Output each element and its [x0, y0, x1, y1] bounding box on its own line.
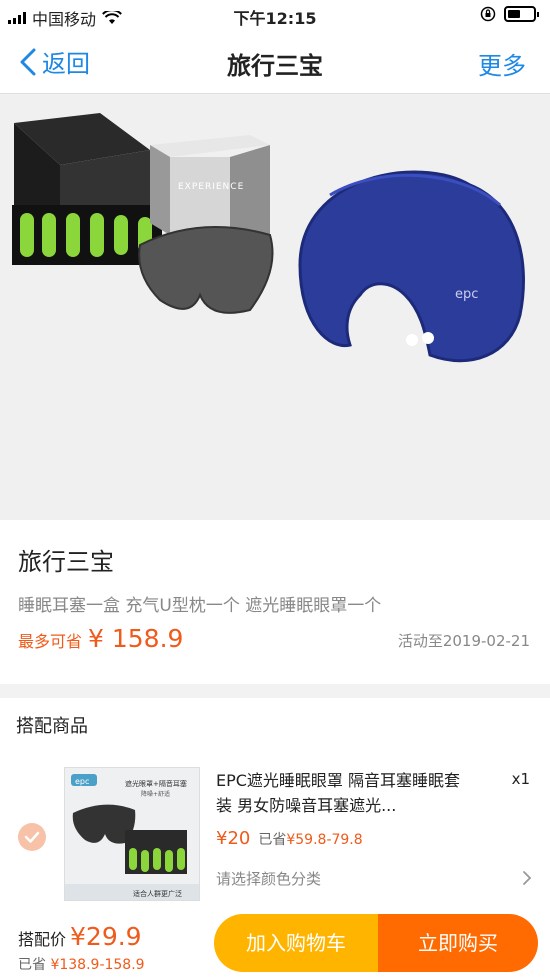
max-save-amount: ¥ 158.9: [88, 624, 184, 653]
combo-item-saved-label: 已省: [258, 832, 287, 848]
max-save: 最多可省 ¥ 158.9: [18, 624, 183, 653]
combo-price-label: 搭配价: [18, 930, 67, 949]
color-select[interactable]: 请选择颜色分类: [216, 868, 534, 889]
combo-item-price-row: ¥20 已省¥59.8-79.8: [216, 828, 363, 849]
buy-now-button[interactable]: 立即购买: [378, 914, 538, 972]
combo-saved: 已省 ¥138.9-158.9: [18, 954, 145, 974]
more-button[interactable]: 更多: [478, 46, 526, 81]
combo-item-name[interactable]: EPC遮光睡眠眼罩 隔音耳塞睡眠套装 男女防噪音耳塞遮光...: [216, 768, 476, 818]
status-bar: 中国移动 下午12:15: [0, 0, 550, 30]
product-description: 睡眠耳塞一盒 充气U型枕一个 遮光睡眠眼罩一个: [18, 596, 382, 616]
battery-icon: [504, 6, 539, 22]
combo-item-saved-range: ¥59.8-79.8: [286, 832, 363, 848]
combo-price: 搭配价 ¥29.9: [18, 922, 142, 951]
combo-header: 搭配商品: [16, 716, 88, 737]
bottom-action-bar: 搭配价 ¥29.9 已省 ¥138.9-158.9 加入购物车 立即购买: [0, 914, 550, 977]
add-to-cart-button[interactable]: 加入购物车: [214, 914, 378, 972]
status-right: [480, 6, 539, 22]
max-save-label: 最多可省: [18, 632, 83, 651]
page-title: 旅行三宝: [227, 52, 323, 80]
combo-item-price: ¥20: [216, 828, 251, 849]
combo-saved-label: 已省: [18, 957, 46, 973]
nav-bar: 返回 旅行三宝 更多: [0, 30, 550, 94]
product-hero-image[interactable]: EXPERIENCE epc: [0, 95, 550, 520]
thumb-brand: epc: [75, 777, 89, 786]
combo-saved-value: ¥138.9-158.9: [50, 957, 145, 973]
thumb-footer: 适合人群更广泛: [133, 889, 182, 898]
combo-item-thumbnail[interactable]: epc 遮光眼罩+隔音耳塞 降噪+舒适 适合人群更广泛: [64, 767, 200, 901]
product-title: 旅行三宝: [18, 548, 114, 576]
pillow-logo: epc: [455, 287, 478, 302]
status-time: 下午12:15: [233, 9, 317, 28]
orientation-lock-icon: [480, 6, 496, 22]
thumb-headline: 遮光眼罩+隔音耳塞: [125, 779, 187, 788]
eye-mask: [138, 226, 274, 314]
experience-box: EXPERIENCE: [150, 135, 270, 235]
chevron-right-icon: [523, 871, 532, 885]
combo-price-value: ¥29.9: [70, 922, 142, 951]
combo-item-saved: 已省¥59.8-79.8: [258, 829, 362, 849]
item-select-checkbox[interactable]: [18, 823, 46, 851]
earplug-box: [12, 113, 162, 265]
activity-until: 活动至2019-02-21: [397, 632, 530, 650]
product-info: 旅行三宝 睡眠耳塞一盒 充气U型枕一个 遮光睡眠眼罩一个 最多可省 ¥ 158.…: [0, 520, 550, 684]
color-select-label: 请选择颜色分类: [216, 870, 322, 888]
neck-pillow: epc: [298, 170, 525, 363]
checkmark-icon: [24, 831, 40, 843]
experience-box-label: EXPERIENCE: [178, 182, 244, 192]
thumb-sub: 降噪+舒适: [141, 790, 170, 798]
combo-item-quantity: x1: [511, 770, 530, 788]
